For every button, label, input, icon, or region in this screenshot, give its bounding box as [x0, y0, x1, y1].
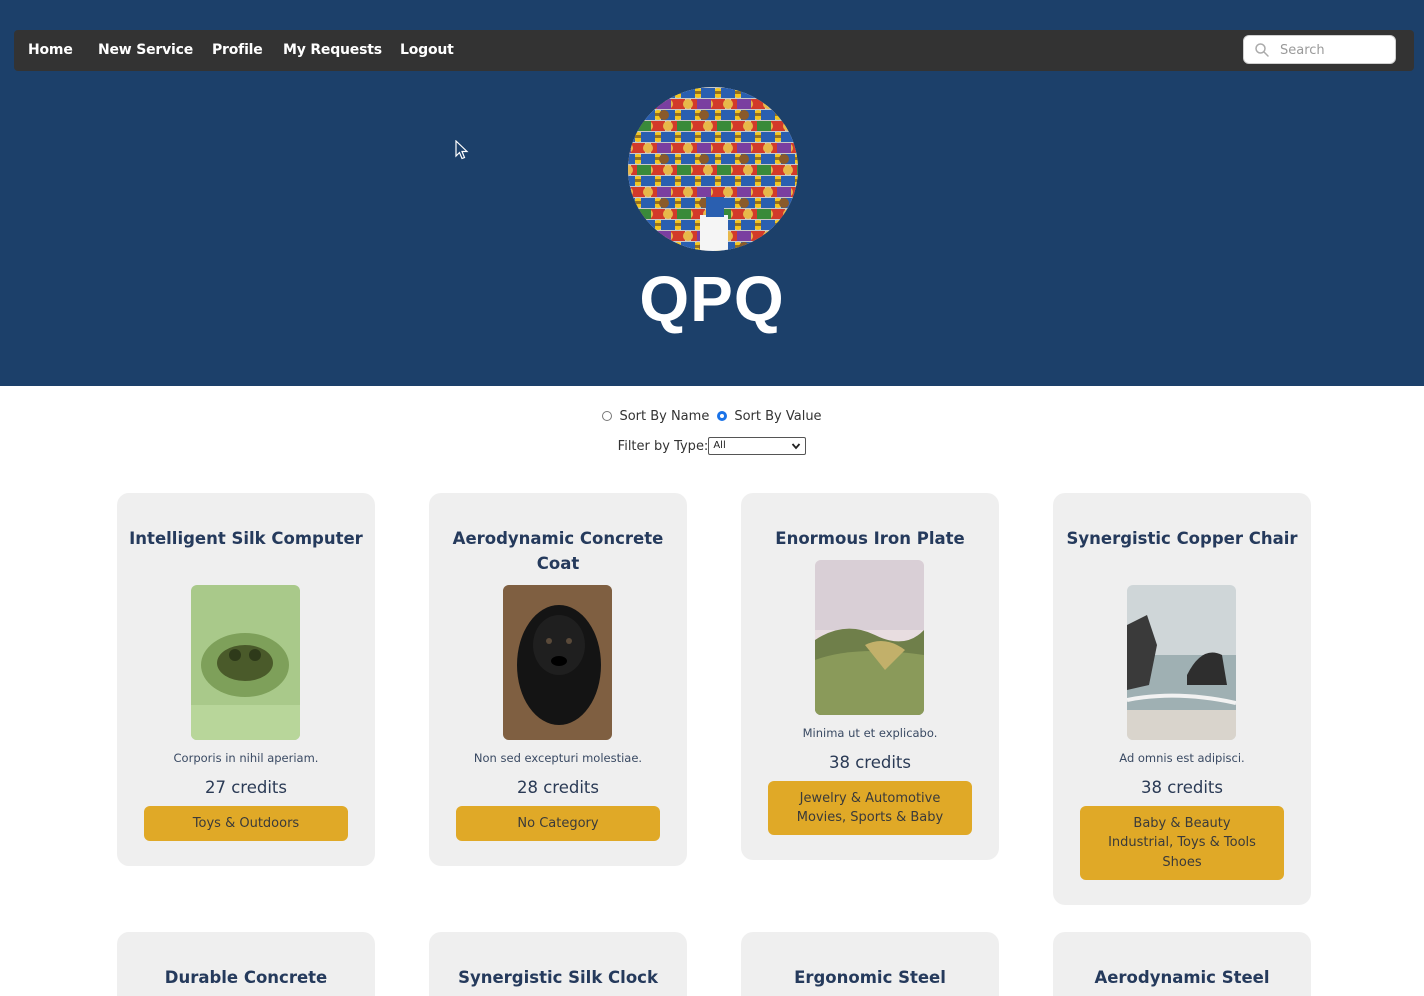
card-credits: 28 credits: [516, 778, 599, 797]
nav-home-link[interactable]: Home: [28, 42, 73, 58]
sort-by-value-radio[interactable]: [717, 411, 728, 421]
service-card[interactable]: Ergonomic Steel: [741, 932, 999, 996]
card-category-button[interactable]: Baby & Beauty Industrial, Toys & Tools S…: [1080, 806, 1284, 880]
nav-profile-link[interactable]: Profile: [212, 42, 263, 58]
card-category-label: Movies, Sports & Baby: [796, 810, 944, 825]
service-card[interactable]: Intelligent Silk Computer Corporis in ni…: [117, 493, 375, 866]
card-category-label: Industrial, Toys & Tools: [1108, 835, 1256, 851]
card-description: Corporis in nihil aperiam.: [173, 751, 319, 765]
filter-type-value: All: [713, 440, 726, 451]
card-description: Non sed excepturi molestiae.: [473, 751, 643, 765]
card-title[interactable]: Aerodynamic Concrete Coat: [439, 526, 677, 576]
service-card[interactable]: Synergistic Silk Clock: [429, 932, 687, 996]
search-icon[interactable]: [1254, 42, 1270, 58]
search-box: [1243, 35, 1396, 64]
service-card[interactable]: Aerodynamic Concrete Coat Non sed except…: [429, 493, 687, 866]
card-category-label: Shoes: [1162, 854, 1202, 870]
nav-my-requests-link[interactable]: My Requests: [283, 42, 382, 58]
card-category-button[interactable]: Jewelry & Automotive Movies, Sports & Ba…: [768, 781, 972, 835]
card-description: Minima ut et explicabo.: [802, 726, 938, 740]
card-category-label: Baby & Beauty: [1133, 815, 1231, 831]
service-card[interactable]: Durable Concrete: [117, 932, 375, 996]
nav-new-service-link[interactable]: New Service: [98, 42, 193, 58]
card-category-button[interactable]: No Category: [456, 806, 660, 841]
service-card[interactable]: Synergistic Copper Chair Ad omnis est ad…: [1053, 493, 1311, 905]
sort-by-value-label[interactable]: Sort By Value: [734, 409, 821, 424]
sort-by-name-label[interactable]: Sort By Name: [619, 409, 709, 424]
mouse-cursor-icon: [455, 140, 469, 160]
service-card[interactable]: Enormous Iron Plate Minima ut et explica…: [741, 493, 999, 860]
site-title: QPQ: [639, 263, 785, 335]
filter-type-select[interactable]: All: [708, 437, 807, 455]
card-title[interactable]: Durable Concrete: [127, 965, 365, 990]
nav-logout-link[interactable]: Logout: [400, 42, 454, 58]
card-image: [815, 560, 924, 715]
card-title[interactable]: Enormous Iron Plate: [751, 526, 989, 551]
hero-banner: Home New Service Profile My Requests Log…: [0, 0, 1424, 386]
card-image: [503, 585, 612, 740]
card-credits: 38 credits: [828, 753, 911, 772]
card-image: [1127, 585, 1236, 740]
site-logo: [628, 87, 798, 251]
card-credits: 27 credits: [204, 778, 287, 797]
card-title[interactable]: Ergonomic Steel: [751, 965, 989, 990]
card-category-label: No Category: [517, 815, 599, 831]
card-category-label: Jewelry & Automotive: [799, 790, 941, 806]
card-title[interactable]: Synergistic Copper Chair: [1063, 526, 1301, 551]
chevron-down-icon: [792, 443, 801, 450]
card-credits: 38 credits: [1140, 778, 1223, 797]
top-navbar: Home New Service Profile My Requests Log…: [14, 30, 1414, 71]
card-category-label: Toys & Outdoors: [192, 815, 300, 831]
lego-crowd-image: [628, 87, 798, 251]
card-description: Ad omnis est adipisci.: [1119, 751, 1245, 765]
card-category-button[interactable]: Toys & Outdoors: [144, 806, 348, 841]
card-title[interactable]: Synergistic Silk Clock: [439, 965, 677, 990]
search-input[interactable]: [1280, 39, 1390, 61]
service-card[interactable]: Aerodynamic Steel: [1053, 932, 1311, 996]
card-title[interactable]: Aerodynamic Steel: [1063, 965, 1301, 990]
sort-by-name-radio[interactable]: [602, 411, 613, 421]
sort-filter-controls: Sort By Name Sort By Value Filter by Typ…: [0, 406, 1424, 456]
card-title[interactable]: Intelligent Silk Computer: [127, 526, 365, 551]
filter-by-type-label: Filter by Type:: [617, 438, 709, 454]
card-image: [191, 585, 300, 740]
